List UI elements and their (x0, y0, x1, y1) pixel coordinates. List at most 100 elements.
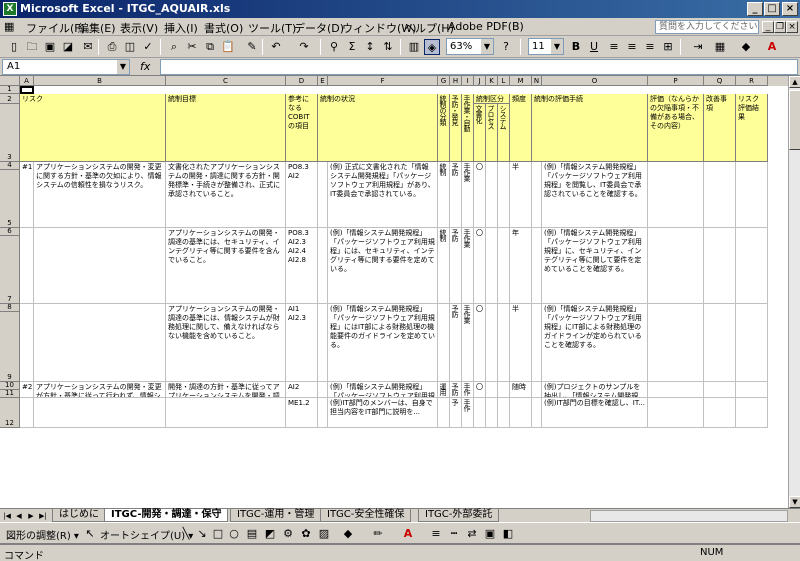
documented-value[interactable]: 〇 (474, 228, 486, 304)
risk-eval-value[interactable] (736, 382, 768, 398)
cell-a1[interactable] (20, 86, 34, 94)
header-category[interactable]: 統制の分類 (438, 94, 450, 162)
textbox-icon[interactable]: ▤ (244, 526, 260, 542)
doc-restore-button[interactable]: ❐ (774, 21, 786, 33)
column-header[interactable]: E (318, 76, 328, 86)
copy-icon[interactable]: ⧉ (202, 39, 218, 55)
header-system[interactable]: システム (498, 104, 510, 162)
process-value[interactable] (486, 382, 498, 398)
activity-text[interactable]: (例)「情報システム開発規程」「パッケージソフトウェア利用規程」に従って、アプリ… (328, 382, 438, 398)
function-icon[interactable]: fx (140, 60, 150, 73)
risk-eval-value[interactable] (736, 228, 768, 304)
objective-text[interactable] (166, 398, 286, 428)
frequency-value[interactable]: 随時 (510, 382, 532, 398)
row-number[interactable] (20, 398, 34, 428)
category-value[interactable]: 統制 (438, 162, 450, 228)
cobit-ref[interactable]: AI2 (286, 382, 318, 398)
documented-value[interactable]: 〇 (474, 304, 486, 382)
doc-minimize-button[interactable]: _ (762, 21, 774, 33)
shadow-icon[interactable]: ▣ (482, 526, 498, 542)
formula-input[interactable] (160, 59, 798, 75)
notes-value[interactable] (648, 304, 704, 382)
preventive-value[interactable]: 予防 (450, 162, 462, 228)
row-header[interactable]: 9 (0, 312, 20, 382)
scroll-down-icon[interactable]: ▼ (789, 496, 800, 508)
column-header[interactable]: P (648, 76, 704, 86)
preventive-value[interactable]: 予防 (450, 304, 462, 382)
header-key-group[interactable]: 統制区分 (474, 94, 510, 104)
row-header[interactable]: 6 (0, 227, 20, 236)
menu-format[interactable]: 書式(O) (204, 20, 243, 36)
notes-value[interactable] (648, 382, 704, 398)
header-risk-eval[interactable]: リスク評価結果 (736, 94, 768, 162)
align-left-icon[interactable]: ≡ (606, 39, 622, 55)
permission-icon[interactable]: ◪ (60, 39, 76, 55)
arrow-icon[interactable]: ↘ (194, 526, 210, 542)
header-control-activity[interactable]: 統制の状況 (318, 94, 438, 162)
documented-value[interactable]: 〇 (474, 382, 486, 398)
help-icon[interactable]: ? (498, 39, 514, 55)
row-number[interactable] (20, 304, 34, 382)
cobit-ref[interactable]: ME1.2 (286, 398, 318, 428)
activity-text[interactable]: (例)「情報システム開発規程」「パッケージソフトウェア利用規程」には、セキュリテ… (328, 228, 438, 304)
underline-button[interactable]: U (586, 39, 602, 55)
header-test-procedure[interactable]: 統制の評価手続 (532, 94, 648, 162)
open-folder-icon[interactable]: 🗀 (24, 39, 40, 55)
test-procedure-text[interactable]: (例)「情報システム開発規程」「パッケージソフトウェア利用規程」にIT部による財… (542, 304, 648, 382)
horizontal-scrollbar[interactable] (590, 510, 788, 522)
header-risk[interactable]: リスク (20, 94, 166, 162)
maximize-button[interactable]: □ (764, 2, 780, 16)
row-number[interactable]: #1 (20, 162, 34, 228)
research-icon[interactable]: ⌕ (166, 39, 182, 55)
frequency-value[interactable]: 半 (510, 304, 532, 382)
system-value[interactable] (498, 304, 510, 382)
category-value[interactable]: 運用 (438, 382, 450, 398)
select-pointer-icon[interactable]: ↖ (82, 526, 98, 542)
scroll-thumb[interactable] (789, 90, 800, 150)
objective-text[interactable]: 開発・調達の方針・基準に従ってアプリケーションシステムを開発・調達していること。 (166, 382, 286, 398)
row-header[interactable]: 5 (0, 170, 20, 228)
menu-tools[interactable]: ツール(T) (248, 20, 296, 36)
spacer-cell[interactable] (318, 228, 328, 304)
objective-text[interactable]: 文書化されたアプリケーションシステムの開発・調達に関する方針・開発標準・手続きが… (166, 162, 286, 228)
process-value[interactable] (486, 228, 498, 304)
test-procedure-text[interactable]: (例)「情報システム開発規程」「パッケージソフトウェア利用規程」に、セキュリティ… (542, 228, 648, 304)
activity-text[interactable]: (例)「情報システム開発規程」「パッケージソフトウェア利用規程」にはIT部による… (328, 304, 438, 382)
dash-style-icon[interactable]: ┅ (446, 526, 462, 542)
preventive-value[interactable]: 予防 (450, 228, 462, 304)
header-notes[interactable]: 評価（なんらかの欠陥事項・不備がある場合、その内容） (648, 94, 704, 162)
minimize-button[interactable]: _ (747, 2, 763, 16)
menu-help[interactable]: ヘルプ(H) (404, 20, 454, 36)
objective-text[interactable]: アプリケーションシステムの開発・調達の基準には、情報システムが財務処理に関して、… (166, 304, 286, 382)
column-header[interactable]: N (532, 76, 542, 86)
clipart-icon[interactable]: ✿ (298, 526, 314, 542)
row-header[interactable]: 8 (0, 303, 20, 312)
indent-icon[interactable]: ⇥ (690, 39, 706, 55)
paste-icon[interactable]: 📋 (220, 39, 236, 55)
header-cobit[interactable]: 参考になるCOBITの項目 (286, 94, 318, 162)
manual-value[interactable]: 手作業 (462, 228, 474, 304)
print-icon[interactable]: ⎙ (104, 39, 120, 55)
hyperlink-icon[interactable]: ⚲ (326, 39, 342, 55)
line-color-icon[interactable]: ✏ (370, 526, 386, 542)
column-header[interactable]: A (20, 76, 34, 86)
scroll-up-icon[interactable]: ▲ (789, 76, 800, 88)
menu-data[interactable]: データ(D) (294, 20, 344, 36)
documented-value[interactable] (474, 398, 486, 428)
risk-text[interactable]: アプリケーションシステムの開発・変更に関する方針・基準の欠如により、情報システム… (34, 162, 166, 228)
risk-text[interactable] (34, 398, 166, 428)
tab-itgc-kaihatsu[interactable]: ITGC-開発・調達・保守 (104, 509, 229, 522)
column-header[interactable]: C (166, 76, 286, 86)
column-header[interactable]: H (450, 76, 462, 86)
column-header[interactable]: G (438, 76, 450, 86)
redo-icon[interactable]: ↷ (296, 39, 312, 55)
merge-center-icon[interactable]: ⊞ (660, 39, 676, 55)
system-value[interactable] (498, 398, 510, 428)
manual-value[interactable]: 手作業 (462, 162, 474, 228)
font-color-icon[interactable]: A (400, 526, 416, 542)
row-number[interactable]: #2 (20, 382, 34, 398)
tab-itgc-unyou[interactable]: ITGC-運用・管理 (230, 509, 322, 522)
cobit-ref[interactable]: PO8.3 AI2 (286, 162, 318, 228)
oval-icon[interactable]: ○ (226, 526, 242, 542)
category-value[interactable] (438, 304, 450, 382)
